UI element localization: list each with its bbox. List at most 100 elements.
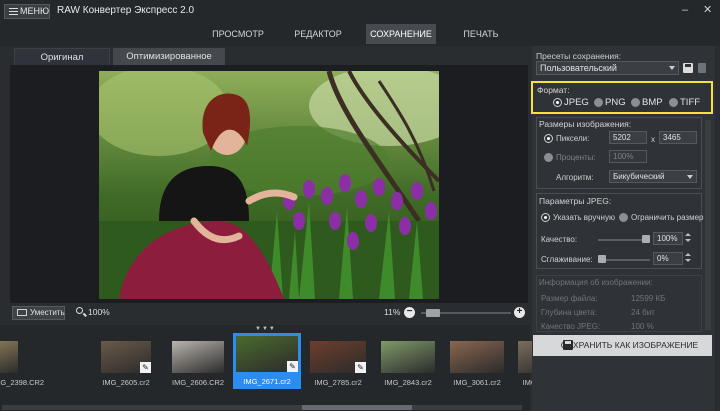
thumbnail-caption: IMG_2785.cr2 <box>314 378 362 387</box>
thumbnail-image <box>0 341 18 373</box>
preset-select-value: Пользовательский <box>540 63 617 73</box>
tab-save[interactable]: СОХРАНЕНИЕ <box>366 24 436 44</box>
format-label-png: PNG <box>605 97 626 108</box>
minimize-icon[interactable]: – <box>682 3 688 17</box>
thumbnail-caption: IMG_2398.CR2 <box>0 378 45 387</box>
jpeg-title: Параметры JPEG: <box>539 196 612 206</box>
format-label-tiff: TIFF <box>680 97 701 108</box>
presets-label: Пресеты сохранения: <box>536 51 622 61</box>
tab-original[interactable]: Оригинал <box>14 48 110 65</box>
format-label-jpeg: JPEG <box>564 97 589 108</box>
info-title: Информация об изображении: <box>539 278 653 287</box>
film-thumbnail[interactable]: ✎ IMG_2671.cr2 <box>233 333 301 390</box>
film-thumbnail[interactable]: IMG_2398.CR2 <box>0 341 45 391</box>
quality-stepper-icon[interactable] <box>685 233 691 244</box>
film-thumbnail[interactable]: IMG_3061.cr2 <box>450 341 504 391</box>
height-input[interactable]: 3465 <box>659 131 697 144</box>
hamburger-icon <box>9 8 18 15</box>
thumbnail-image <box>450 341 504 373</box>
zoom-slider-thumb[interactable] <box>426 309 440 317</box>
algorithm-select-value: Бикубический <box>613 172 665 181</box>
filmstrip-scrollbar[interactable] <box>2 405 522 410</box>
main-nav: ПРОСМОТР РЕДАКТОР СОХРАНЕНИЕ ПЕЧАТЬ <box>0 22 720 46</box>
size-title: Размеры изображения: <box>539 119 632 129</box>
limit-size-label: Ограничить размер <box>631 213 704 222</box>
info-label-jpeg-quality: Качество JPEG: <box>541 322 601 331</box>
zoom-out-button[interactable]: − <box>404 307 415 318</box>
info-label-file-size: Размер файла: <box>541 294 598 303</box>
film-thumbnail[interactable]: IMG_2606.CR2 <box>172 341 224 391</box>
pixels-label: Пиксели: <box>556 134 590 143</box>
film-thumbnail[interactable]: ✎ IMG_2785.cr2 <box>310 341 366 391</box>
info-value-jpeg-quality: 100 % <box>631 322 654 331</box>
info-label-color-depth: Глубина цвета: <box>541 308 597 317</box>
thumbnail-image: ✎ <box>310 341 366 373</box>
thumbnail-caption: IMG_2671.cr2 <box>243 377 291 386</box>
quality-slider-thumb[interactable] <box>642 235 650 243</box>
magnifier-icon <box>76 307 83 314</box>
info-value-color-depth: 24 бит <box>631 308 655 317</box>
film-thumbnail[interactable]: ✎ IMG_2605.cr2 <box>101 341 151 391</box>
smoothing-stepper-icon[interactable] <box>685 253 691 264</box>
zoom-actual-button[interactable]: 100% <box>76 307 110 317</box>
fit-button-label: Уместить <box>30 308 65 317</box>
percent-radio[interactable] <box>544 153 553 162</box>
save-as-image-label: СОХРАНИТЬ КАК ИЗОБРАЖЕНИЕ <box>560 340 699 350</box>
format-radio-tiff[interactable] <box>669 98 678 107</box>
thumbnail-image: ✎ <box>236 336 298 372</box>
thumbnail-caption: IMG_2606.CR2 <box>172 378 225 387</box>
smoothing-slider-thumb[interactable] <box>598 255 606 263</box>
save-preset-icon[interactable] <box>683 63 693 73</box>
quality-input[interactable]: 100% <box>653 232 683 245</box>
preset-select[interactable]: Пользовательский <box>536 61 679 75</box>
tab-print[interactable]: ПЕЧАТЬ <box>452 24 510 44</box>
smoothing-label: Сглаживание: <box>541 255 593 264</box>
smoothing-input[interactable]: 0% <box>653 252 683 265</box>
monitor-icon <box>17 309 27 316</box>
chevron-down-icon <box>687 175 693 179</box>
film-thumbnail[interactable]: IMG_2843.cr2 <box>381 341 435 391</box>
width-input[interactable]: 5202 <box>609 131 647 144</box>
edited-pencil-icon: ✎ <box>355 362 366 373</box>
format-label-bmp: BMP <box>642 97 663 108</box>
close-icon[interactable]: ✕ <box>703 3 712 17</box>
fit-button[interactable]: Уместить <box>12 306 65 320</box>
save-as-image-button[interactable]: СОХРАНИТЬ КАК ИЗОБРАЖЕНИЕ <box>533 335 712 356</box>
image-viewer[interactable] <box>10 65 528 303</box>
view-tabs: Оригинал Оптимизированное <box>10 48 530 65</box>
size-times: x <box>651 135 655 144</box>
tab-view[interactable]: ПРОСМОТР <box>206 24 270 44</box>
viewer-toolbar: Уместить 100% 11% − + <box>10 305 528 321</box>
menu-button[interactable]: МЕНЮ <box>4 4 50 19</box>
zoom-actual-label: 100% <box>88 307 110 317</box>
thumbnail-image <box>172 341 224 373</box>
format-radio-png[interactable] <box>594 98 603 107</box>
thumbnail-caption: IMG_2605.cr2 <box>102 378 150 387</box>
tab-editor[interactable]: РЕДАКТОР <box>286 24 350 44</box>
thumbnail-caption: IMG_3061.cr2 <box>453 378 501 387</box>
preview-photo-drawing <box>99 71 439 299</box>
thumbnail-image <box>381 341 435 373</box>
edited-pencil-icon: ✎ <box>287 361 298 372</box>
filmstrip-scroll-knob[interactable] <box>302 405 412 410</box>
tab-optimized[interactable]: Оптимизированное <box>113 48 225 65</box>
percent-input[interactable]: 100% <box>609 150 647 163</box>
chevron-down-icon <box>669 66 675 70</box>
format-radio-jpeg[interactable] <box>553 98 562 107</box>
zoom-in-button[interactable]: + <box>514 307 525 318</box>
delete-preset-icon[interactable] <box>698 63 706 73</box>
panel-scrollbar[interactable] <box>705 120 711 330</box>
format-title: Формат: <box>537 85 570 95</box>
edited-pencil-icon: ✎ <box>140 362 151 373</box>
algorithm-select[interactable]: Бикубический <box>609 170 697 183</box>
pixels-radio[interactable] <box>544 134 553 143</box>
floppy-disk-icon <box>563 340 573 350</box>
preview-photo <box>99 71 439 299</box>
format-radio-bmp[interactable] <box>631 98 640 107</box>
menu-button-label: МЕНЮ <box>20 6 50 16</box>
thumbnail-caption: IMG_2843.cr2 <box>384 378 432 387</box>
manual-quality-radio[interactable] <box>541 213 550 222</box>
filmstrip-collapse-icon[interactable]: ▼▼▼ <box>255 326 276 332</box>
info-value-file-size: 12599 КБ <box>631 294 666 303</box>
limit-size-radio[interactable] <box>619 213 628 222</box>
